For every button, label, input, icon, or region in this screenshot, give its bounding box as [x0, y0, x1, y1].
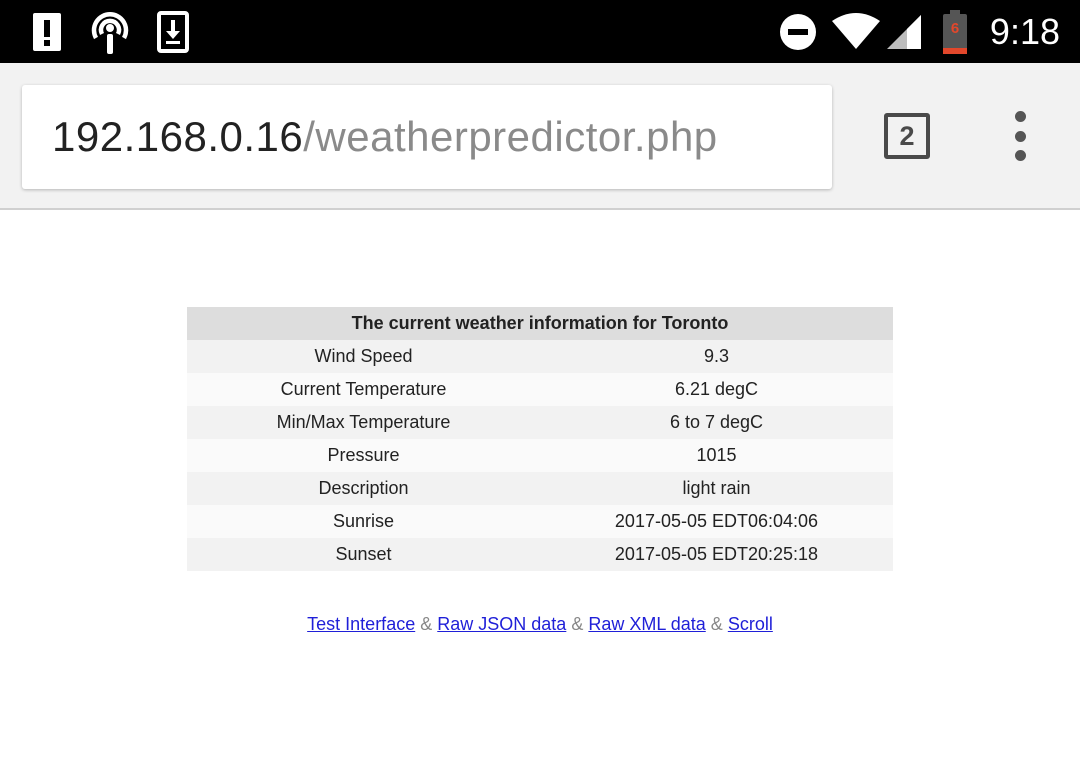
weather-table-title: The current weather information for Toro… — [187, 307, 893, 340]
url-path: /weatherpredictor.php — [303, 113, 718, 160]
link-separator: & — [571, 614, 584, 634]
clock: 9:18 — [989, 11, 1060, 52]
row-label: Description — [187, 472, 540, 505]
table-row: Sunset 2017-05-05 EDT20:25:18 — [187, 538, 893, 571]
row-label: Min/Max Temperature — [187, 406, 540, 439]
row-label: Pressure — [187, 439, 540, 472]
row-label: Sunrise — [187, 505, 540, 538]
table-row: Wind Speed 9.3 — [187, 340, 893, 373]
status-bar: 6 9:18 — [0, 0, 1080, 63]
row-label: Current Temperature — [187, 373, 540, 406]
row-value: 2017-05-05 EDT06:04:06 — [540, 505, 893, 538]
tab-switcher-button[interactable]: 2 — [884, 113, 930, 159]
table-row: Current Temperature 6.21 degC — [187, 373, 893, 406]
scroll-link[interactable]: Scroll — [728, 614, 773, 634]
link-separator: & — [710, 614, 723, 634]
alert-icon — [30, 8, 64, 56]
table-row: Min/Max Temperature 6 to 7 degC — [187, 406, 893, 439]
table-row: Description light rain — [187, 472, 893, 505]
table-row: Pressure 1015 — [187, 439, 893, 472]
battery-level: 6 — [950, 20, 960, 37]
do-not-disturb-icon — [778, 8, 818, 56]
link-separator: & — [420, 614, 433, 634]
row-label: Sunset — [187, 538, 540, 571]
test-interface-link[interactable]: Test Interface — [307, 614, 415, 634]
row-value: 6 to 7 degC — [540, 406, 893, 439]
row-label: Wind Speed — [187, 340, 540, 373]
url-bar[interactable]: 192.168.0.16/weatherpredictor.php — [22, 85, 832, 189]
row-value: 2017-05-05 EDT20:25:18 — [540, 538, 893, 571]
podcast-icon — [88, 8, 132, 56]
row-value: light rain — [540, 472, 893, 505]
download-icon — [156, 8, 190, 56]
row-value: 6.21 degC — [540, 373, 893, 406]
url-host: 192.168.0.16 — [52, 113, 304, 160]
footer-links: Test Interface & Raw JSON data & Raw XML… — [0, 614, 1080, 635]
cell-signal-icon — [884, 8, 924, 56]
raw-json-link[interactable]: Raw JSON data — [437, 614, 566, 634]
row-value: 9.3 — [540, 340, 893, 373]
battery-icon: 6 — [940, 8, 970, 56]
raw-xml-link[interactable]: Raw XML data — [588, 614, 705, 634]
wifi-icon — [830, 8, 882, 56]
overflow-menu-icon[interactable] — [1000, 111, 1040, 161]
table-row: Sunrise 2017-05-05 EDT06:04:06 — [187, 505, 893, 538]
weather-table: The current weather information for Toro… — [187, 307, 893, 571]
browser-toolbar: 192.168.0.16/weatherpredictor.php 2 — [0, 63, 1080, 210]
row-value: 1015 — [540, 439, 893, 472]
